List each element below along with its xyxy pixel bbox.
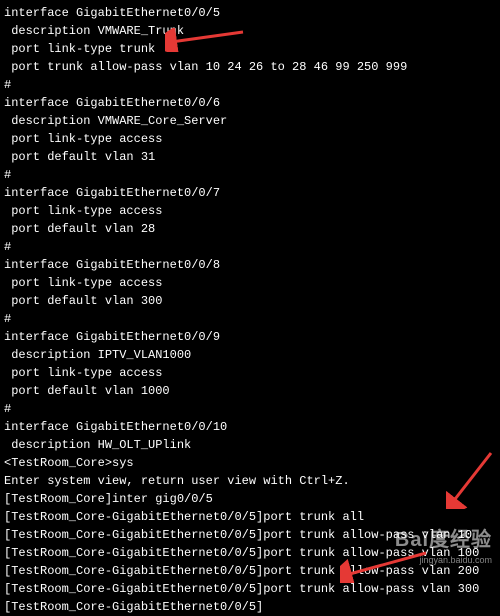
config-line: port default vlan 1000	[4, 382, 496, 400]
config-hash: #	[4, 166, 496, 184]
annotation-arrow-icon	[446, 449, 496, 509]
config-line: port default vlan 300	[4, 292, 496, 310]
config-line: interface GigabitEthernet0/0/7	[4, 184, 496, 202]
config-hash: #	[4, 400, 496, 418]
config-line: description HW_OLT_UPlink	[4, 436, 496, 454]
annotation-arrow-icon	[165, 28, 245, 52]
annotation-arrow-icon	[340, 549, 430, 583]
config-line: interface GigabitEthernet0/0/5	[4, 4, 496, 22]
cli-prompt: [TestRoom_Core]inter gig0/0/5	[4, 490, 496, 508]
config-hash: #	[4, 310, 496, 328]
watermark-url: jingyan.baidu.com	[419, 554, 492, 568]
config-hash: #	[4, 238, 496, 256]
config-line: description IPTV_VLAN1000	[4, 346, 496, 364]
config-line: port link-type trunk	[4, 40, 496, 58]
config-line: description VMWARE_Trunk	[4, 22, 496, 40]
config-line: interface GigabitEthernet0/0/9	[4, 328, 496, 346]
cli-prompt: <TestRoom_Core>sys	[4, 454, 496, 472]
config-line: port link-type access	[4, 202, 496, 220]
config-line: port link-type access	[4, 364, 496, 382]
config-line: port link-type access	[4, 274, 496, 292]
config-line: port trunk allow-pass vlan 10 24 26 to 2…	[4, 58, 496, 76]
config-line: port default vlan 28	[4, 220, 496, 238]
config-hash: #	[4, 76, 496, 94]
config-line: description VMWARE_Core_Server	[4, 112, 496, 130]
config-line: port link-type access	[4, 130, 496, 148]
config-line: interface GigabitEthernet0/0/8	[4, 256, 496, 274]
cli-output: Enter system view, return user view with…	[4, 472, 496, 490]
config-line: interface GigabitEthernet0/0/6	[4, 94, 496, 112]
cli-prompt: [TestRoom_Core-GigabitEthernet0/0/5]	[4, 598, 496, 616]
config-line: interface GigabitEthernet0/0/10	[4, 418, 496, 436]
config-line: port default vlan 31	[4, 148, 496, 166]
cli-command: [TestRoom_Core-GigabitEthernet0/0/5]port…	[4, 508, 496, 526]
